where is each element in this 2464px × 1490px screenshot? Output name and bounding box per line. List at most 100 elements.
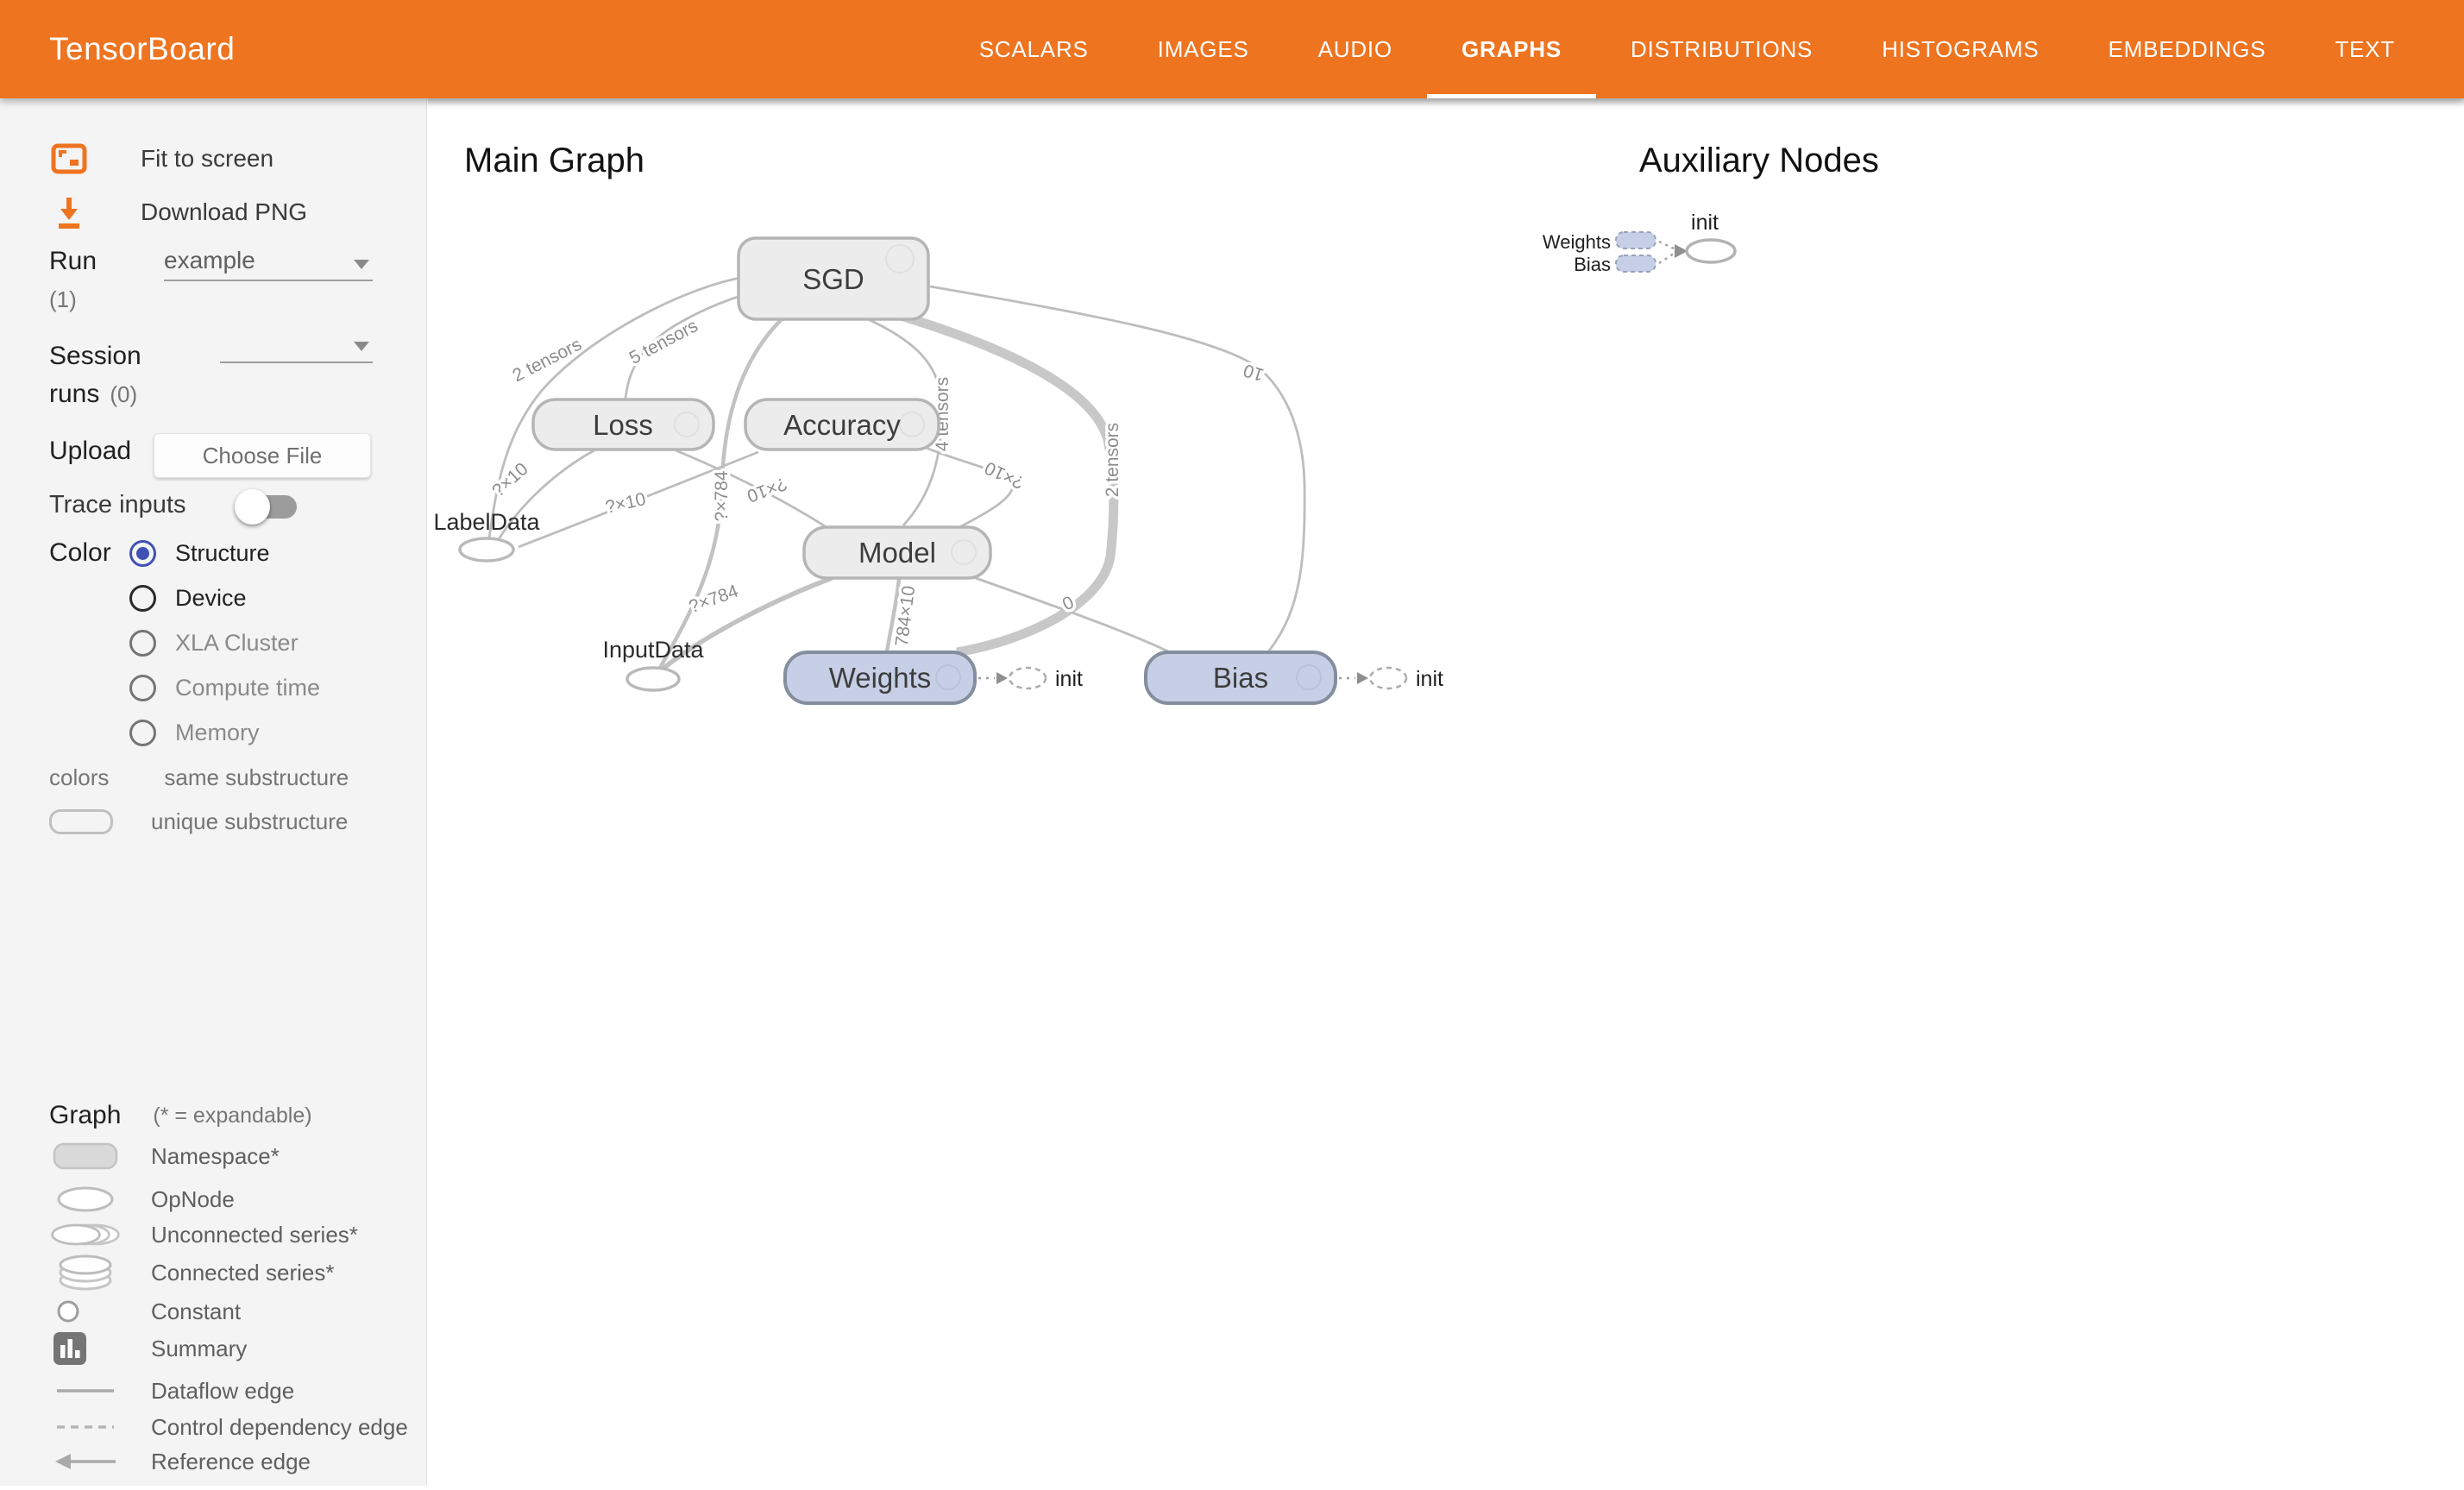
tab-scalars[interactable]: SCALARS: [945, 0, 1123, 98]
legend-item-control-dependency-edge: Control dependency edge: [0, 1411, 408, 1443]
tab-audio[interactable]: AUDIO: [1284, 0, 1427, 98]
edge-label: ?×784: [712, 470, 732, 521]
fit-to-screen-button[interactable]: Fit to screen: [49, 136, 273, 181]
radio-icon: [129, 585, 156, 612]
edge-label: ?×784: [687, 581, 742, 617]
edge-label: 10: [1241, 360, 1267, 385]
auxiliary-nodes-title: Auxiliary Nodes: [1639, 141, 1879, 180]
aux-bias-label: Bias: [1574, 254, 1611, 275]
svg-text:Weights: Weights: [829, 662, 932, 694]
radio-icon: [129, 630, 156, 657]
upload-label: Upload: [49, 437, 131, 466]
node-bias[interactable]: Bias: [1146, 652, 1336, 703]
chevron-down-icon: [354, 342, 369, 351]
navbar-shadow: [428, 98, 2464, 107]
edge-labels: 2 tensors 5 tensors ?×784 4 tensors 10 2…: [488, 316, 1267, 648]
legend-item-namespace: Namespace*: [0, 1141, 280, 1172]
session-runs-label2: runs (0): [49, 380, 137, 409]
edge-label: ?×10: [603, 489, 647, 518]
main-graph-title: Main Graph: [464, 141, 644, 180]
tab-graphs[interactable]: GRAPHS: [1427, 0, 1596, 98]
svg-text:Model: Model: [858, 537, 936, 569]
run-label: Run: [49, 247, 97, 276]
color-option-memory[interactable]: Memory: [129, 718, 260, 747]
opnode-icon: [55, 1185, 116, 1213]
aux-weights-chip[interactable]: [1616, 232, 1656, 248]
unique-substructure-label: unique substructure: [151, 808, 348, 835]
aux-init-label: init: [1691, 211, 1719, 235]
auxiliary-nodes: Weights Bias init: [1543, 211, 1735, 275]
color-by-label: Color: [49, 538, 111, 568]
download-png-label: Download PNG: [141, 198, 307, 226]
tab-text[interactable]: TEXT: [2300, 0, 2429, 98]
aux-connector: [1659, 254, 1674, 263]
trace-inputs-label: Trace inputs: [49, 491, 186, 519]
bias-init-stub[interactable]: init: [1339, 667, 1443, 691]
color-option-xla-cluster[interactable]: XLA Cluster: [129, 628, 299, 657]
legend-item-connected-series: Connected series*: [0, 1254, 334, 1291]
graph-nodes: SGD Loss Accuracy Model Weights: [433, 238, 1443, 703]
session-runs-select[interactable]: [220, 342, 373, 363]
node-inputdata[interactable]: InputData: [602, 637, 704, 690]
svg-text:InputData: InputData: [602, 637, 704, 663]
color-option-structure[interactable]: Structure: [129, 538, 270, 568]
svg-text:init: init: [1416, 667, 1443, 691]
session-runs-value: [220, 356, 354, 361]
trace-inputs-toggle[interactable]: [242, 495, 297, 519]
tab-distributions[interactable]: DISTRIBUTIONS: [1596, 0, 1847, 98]
unconnected-series-icon: [49, 1222, 122, 1248]
constant-icon: [56, 1299, 80, 1323]
aux-bias-chip[interactable]: [1616, 255, 1656, 272]
node-weights[interactable]: Weights: [785, 652, 975, 703]
run-select[interactable]: example: [164, 247, 373, 281]
download-png-button[interactable]: Download PNG: [49, 190, 307, 235]
edge-label: ?×10: [488, 459, 532, 501]
color-option-device[interactable]: Device: [129, 583, 247, 613]
legend-header: Graph (* = expandable): [49, 1101, 312, 1130]
legend-expandable-hint: (* = expandable): [153, 1103, 311, 1129]
legend-item-opnode: OpNode: [0, 1184, 235, 1215]
colors-row: colors same substructure: [49, 764, 349, 791]
run-count: (1): [49, 286, 77, 313]
graph-canvas: Main Graph Auxiliary Nodes 2 tensors 5 t…: [428, 98, 2464, 1486]
aux-init-node[interactable]: [1687, 240, 1735, 262]
tab-images[interactable]: IMAGES: [1123, 0, 1284, 98]
svg-text:Bias: Bias: [1213, 662, 1268, 694]
tab-histograms[interactable]: HISTOGRAMS: [1847, 0, 2073, 98]
legend-item-dataflow-edge: Dataflow edge: [0, 1375, 294, 1406]
node-accuracy[interactable]: Accuracy: [745, 399, 939, 450]
edge-label: 2 tensors: [1103, 423, 1122, 497]
radio-icon: [129, 720, 156, 746]
unique-substructure-swatch: [49, 809, 113, 834]
weights-init-stub[interactable]: init: [978, 667, 1083, 691]
legend-item-summary: Summary: [0, 1330, 247, 1367]
download-icon: [49, 192, 89, 232]
graph-svg[interactable]: 2 tensors 5 tensors ?×784 4 tensors 10 2…: [428, 98, 2464, 1486]
node-sgd[interactable]: SGD: [739, 238, 928, 319]
node-model[interactable]: Model: [804, 527, 990, 578]
run-select-value: example: [164, 247, 354, 280]
dataflow-edge-icon: [55, 1386, 116, 1395]
arrowhead-icon: [1357, 672, 1368, 684]
aux-weights-label: Weights: [1543, 231, 1611, 253]
tab-embeddings[interactable]: EMBEDDINGS: [2074, 0, 2301, 98]
edge-label: 5 tensors: [626, 316, 701, 368]
legend-item-constant: Constant: [0, 1296, 241, 1327]
app-title: TensorBoard: [49, 31, 235, 67]
summary-icon: [53, 1331, 87, 1366]
toggle-knob: [235, 489, 270, 525]
svg-text:SGD: SGD: [802, 263, 864, 295]
choose-file-button[interactable]: Choose File: [154, 433, 371, 478]
session-runs-label: Session: [49, 342, 141, 371]
reference-edge-icon: [53, 1452, 117, 1471]
connected-series-icon: [53, 1254, 117, 1292]
svg-text:Loss: Loss: [593, 409, 653, 441]
radio-icon: [129, 675, 156, 701]
color-option-compute-time[interactable]: Compute time: [129, 673, 320, 702]
legend-title: Graph: [49, 1101, 121, 1130]
nav-tabs: SCALARS IMAGES AUDIO GRAPHS DISTRIBUTION…: [945, 0, 2429, 98]
node-loss[interactable]: Loss: [533, 399, 713, 450]
legend-item-unconnected-series: Unconnected series*: [0, 1220, 358, 1249]
node-labeldata[interactable]: LabelData: [433, 509, 540, 561]
choose-file-label: Choose File: [203, 443, 323, 469]
